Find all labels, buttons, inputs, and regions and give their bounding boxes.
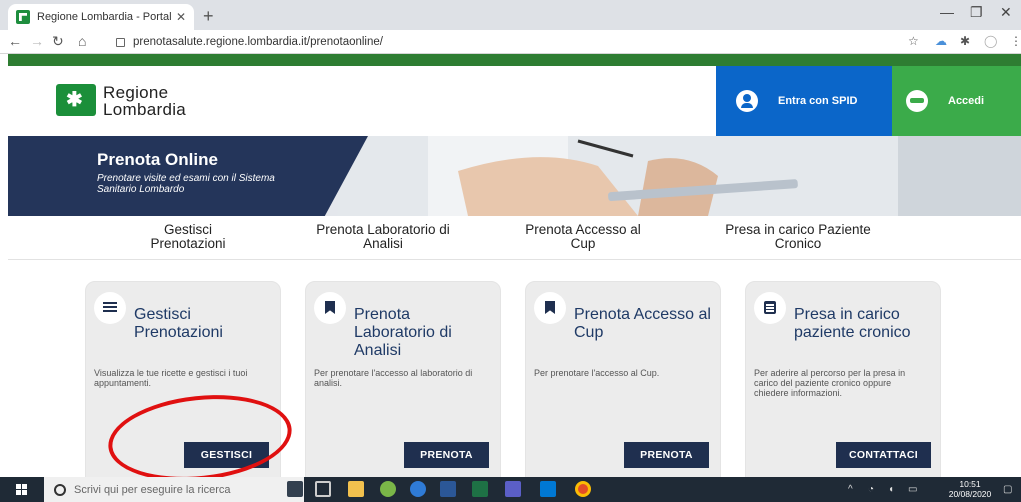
card-presa-in-carico: Presa in carico paziente cronico Per ade…: [745, 281, 941, 481]
system-clock[interactable]: 10:51 20/08/2020: [945, 479, 995, 499]
lock-icon: [116, 37, 125, 47]
excel-icon[interactable]: [472, 481, 488, 497]
card-prenota-laboratorio: Prenota Laboratorio di Analisi Per preno…: [305, 281, 501, 481]
document-icon: [754, 292, 786, 324]
accedi-button[interactable]: Accedi: [892, 66, 1021, 136]
url-text: prenotasalute.regione.lombardia.it/preno…: [133, 36, 383, 48]
accedi-label: Accedi: [948, 95, 985, 107]
chrome-icon[interactable]: [575, 481, 591, 497]
clock-date: 20/08/2020: [948, 489, 992, 499]
regione-lombardia-logo-text[interactable]: Regione Lombardia: [103, 84, 186, 118]
cortana-icon: [54, 483, 66, 496]
taskbar-search-box[interactable]: Scrivi qui per eseguire la ricerca: [44, 477, 304, 502]
nav-label-line: Cup: [570, 236, 596, 251]
bookmark-icon: [534, 292, 566, 324]
card-description: Visualizza le tue ricette e gestisci i t…: [94, 368, 248, 388]
nav-label-line: Gestisci: [163, 222, 212, 237]
tray-chevron-icon[interactable]: ^: [848, 484, 853, 495]
hero-banner: Prenota Online Prenotare visite ed esami…: [8, 136, 1021, 216]
microphone-icon[interactable]: [287, 481, 303, 497]
teams-icon[interactable]: [505, 481, 521, 497]
close-window-icon[interactable]: ✕: [1000, 4, 1012, 21]
nav-presa-in-carico[interactable]: Presa in carico Paziente Cronico: [703, 223, 893, 251]
prenota-laboratorio-button[interactable]: PRENOTA: [404, 442, 489, 468]
regione-lombardia-logo-icon[interactable]: ✱: [56, 84, 96, 116]
address-bar[interactable]: prenotasalute.regione.lombardia.it/preno…: [116, 32, 896, 52]
nav-prenota-laboratorio[interactable]: Prenota Laboratorio di Analisi: [293, 223, 473, 251]
windows-taskbar: Scrivi qui per eseguire la ricerca ^ ◔ ◖…: [0, 477, 1021, 502]
banner-doctor-tablet-image: [338, 136, 1021, 216]
card-title: Prenota Laboratorio di Analisi: [354, 306, 452, 359]
card-gestisci-prenotazioni: Gestisci Prenotazioni Visualizza le tue …: [85, 281, 281, 481]
key-icon: [906, 90, 928, 112]
tray-network-icon[interactable]: ◔: [868, 484, 874, 495]
forward-icon[interactable]: →: [30, 33, 44, 49]
contattaci-button[interactable]: CONTATTACI: [836, 442, 931, 468]
menu-kebab-icon[interactable]: ⋮: [1010, 34, 1021, 48]
logo-line-1: Regione: [103, 83, 169, 102]
banner-subtitle: Prenotare visite ed esami con il Sistema…: [97, 173, 275, 195]
card-title: Gestisci Prenotazioni: [134, 306, 223, 341]
outlook-icon[interactable]: [540, 481, 556, 497]
nav-label-line: Prenotazioni: [150, 236, 226, 251]
taskbar-search-placeholder: Scrivi qui per eseguire la ricerca: [74, 483, 231, 496]
home-icon[interactable]: ⌂: [78, 33, 86, 49]
site-header: ✱ Regione Lombardia Entra con SPID Acced…: [8, 66, 1021, 136]
tray-language-icon[interactable]: ▭: [908, 484, 917, 495]
spid-login-button[interactable]: Entra con SPID: [716, 66, 892, 136]
nav-label-line: Prenota Laboratorio di: [316, 222, 450, 237]
services-section: Gestisci Prenotazioni Visualizza le tue …: [8, 261, 1021, 481]
notifications-icon[interactable]: ▢: [1003, 484, 1012, 495]
bookmark-icon: [314, 292, 346, 324]
browser-tabstrip: Regione Lombardia - Portale Pre... ✕ + —…: [0, 0, 1021, 30]
file-explorer-icon[interactable]: [348, 481, 364, 497]
internet-explorer-icon[interactable]: [410, 481, 426, 497]
new-tab-icon[interactable]: +: [203, 6, 214, 27]
extensions-puzzle-icon[interactable]: ✱: [960, 34, 970, 48]
browser-toolbar: ← → ↻ ⌂ prenotasalute.regione.lombardia.…: [0, 30, 1021, 54]
top-green-bar: [8, 54, 1021, 66]
nav-label-line: Prenota Accesso al: [525, 222, 641, 237]
nav-label-line: Presa in carico Paziente: [725, 222, 871, 237]
screen: Regione Lombardia - Portale Pre... ✕ + —…: [0, 0, 1021, 502]
app-icon[interactable]: [380, 481, 396, 497]
card-description: Per aderire al percorso per la presa in …: [754, 368, 906, 398]
card-prenota-accesso-cup: Prenota Accesso al Cup Per prenotare l'a…: [525, 281, 721, 481]
card-title: Prenota Accesso al Cup: [574, 306, 711, 341]
card-title: Presa in carico paziente cronico: [794, 306, 911, 341]
word-icon[interactable]: [440, 481, 456, 497]
restore-icon[interactable]: ❐: [970, 4, 983, 21]
regione-favicon-icon: [16, 10, 30, 24]
user-icon: [736, 90, 758, 112]
list-icon: [94, 292, 126, 324]
nav-prenota-accesso-cup[interactable]: Prenota Accesso al Cup: [503, 223, 663, 251]
profile-icon[interactable]: ◯: [984, 34, 997, 48]
nav-label-line: Cronico: [774, 236, 822, 251]
tray-volume-icon[interactable]: ◖: [888, 484, 894, 495]
reload-icon[interactable]: ↻: [52, 33, 64, 50]
card-description: Per prenotare l'accesso al laboratorio d…: [314, 368, 473, 388]
spid-login-label: Entra con SPID: [778, 95, 858, 107]
cloud-extension-icon[interactable]: ☁: [935, 34, 947, 48]
tab-close-icon[interactable]: ✕: [176, 10, 186, 24]
nav-gestisci-prenotazioni[interactable]: Gestisci Prenotazioni: [118, 223, 258, 251]
logo-line-2: Lombardia: [103, 100, 187, 119]
clock-time: 10:51: [959, 479, 981, 489]
windows-start-icon[interactable]: [16, 484, 28, 496]
back-icon[interactable]: ←: [8, 33, 22, 49]
nav-label-line: Analisi: [363, 236, 403, 251]
bookmark-star-icon[interactable]: ☆: [908, 34, 919, 48]
main-navigation: Gestisci Prenotazioni Prenota Laboratori…: [8, 216, 1021, 260]
browser-tab[interactable]: Regione Lombardia - Portale Pre... ✕: [8, 4, 194, 30]
tab-title: Regione Lombardia - Portale Pre...: [37, 11, 172, 23]
prenota-cup-button[interactable]: PRENOTA: [624, 442, 709, 468]
banner-title: Prenota Online: [97, 150, 218, 169]
card-description: Per prenotare l'accesso al Cup.: [534, 368, 660, 378]
task-view-icon[interactable]: [315, 481, 331, 497]
gestisci-button[interactable]: GESTISCI: [184, 442, 269, 468]
minimize-icon[interactable]: —: [940, 4, 954, 20]
